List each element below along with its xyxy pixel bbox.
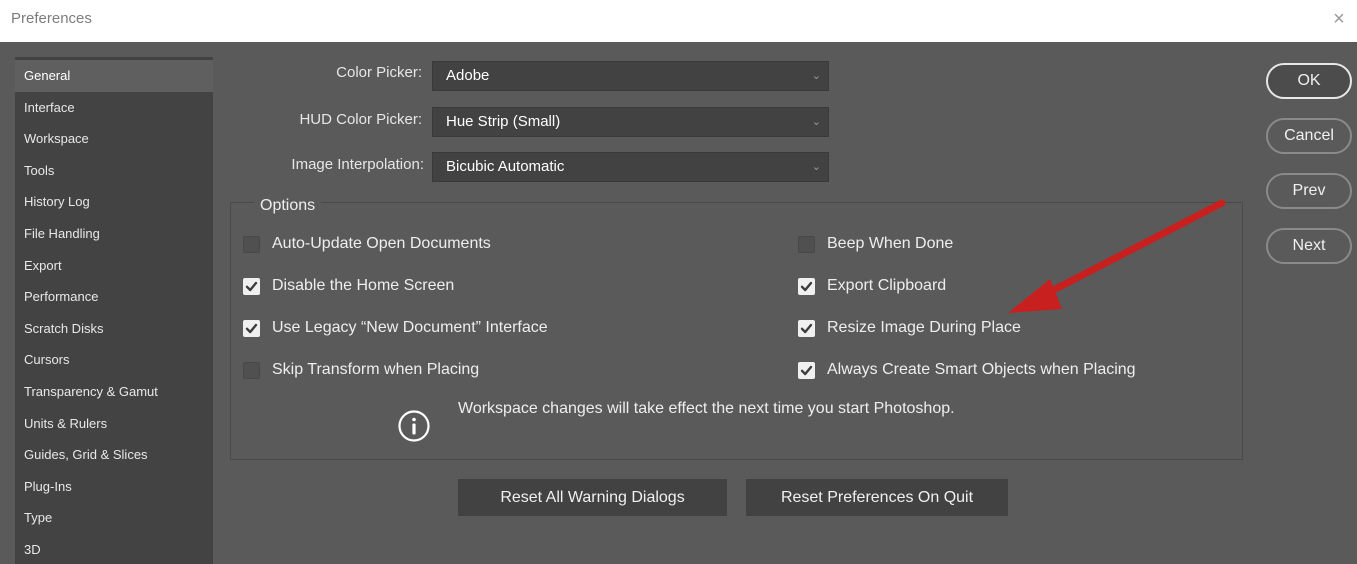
sidebar-item-history-log[interactable]: History Log — [15, 186, 213, 218]
image-interpolation-label: Image Interpolation: — [291, 156, 424, 173]
reset-preferences-on-quit-button[interactable]: Reset Preferences On Quit — [746, 479, 1008, 516]
checkmark-icon — [800, 281, 813, 291]
hud-color-picker-value: Hue Strip (Small) — [446, 113, 561, 130]
hud-color-picker-select[interactable]: Hue Strip (Small) ⌄ — [432, 107, 829, 137]
option-label: Beep When Done — [827, 235, 954, 252]
options-group-title: Options — [254, 197, 322, 215]
hud-color-picker-label: HUD Color Picker: — [299, 111, 422, 128]
option-auto-update-open-documents[interactable]: Auto-Update Open Documents — [243, 233, 491, 255]
option-label: Export Clipboard — [827, 277, 947, 294]
sidebar-item-interface[interactable]: Interface — [15, 92, 213, 124]
checkbox-checked[interactable] — [243, 277, 260, 295]
image-interpolation-value: Bicubic Automatic — [446, 158, 565, 175]
checkmark-icon — [245, 281, 258, 291]
checkbox-checked[interactable] — [798, 277, 815, 295]
ok-button[interactable]: OK — [1266, 63, 1352, 99]
color-picker-select[interactable]: Adobe ⌄ — [432, 61, 829, 91]
sidebar-item-3d[interactable]: 3D — [15, 534, 213, 564]
info-circle-icon — [398, 410, 430, 442]
sidebar-item-performance[interactable]: Performance — [15, 281, 213, 313]
sidebar-item-cursors[interactable]: Cursors — [15, 344, 213, 376]
checkbox-unchecked[interactable] — [798, 235, 815, 253]
close-icon[interactable]: × — [1327, 7, 1351, 31]
color-picker-label: Color Picker: — [336, 64, 422, 81]
sidebar-item-guides-grid-slices[interactable]: Guides, Grid & Slices — [15, 439, 213, 471]
option-always-create-smart-objects[interactable]: Always Create Smart Objects when Placing — [798, 359, 1136, 381]
option-disable-home-screen[interactable]: Disable the Home Screen — [243, 275, 454, 297]
sidebar-item-file-handling[interactable]: File Handling — [15, 218, 213, 250]
option-export-clipboard[interactable]: Export Clipboard — [798, 275, 946, 297]
checkmark-icon — [800, 323, 813, 333]
checkmark-icon — [245, 323, 258, 333]
sidebar-item-transparency-gamut[interactable]: Transparency & Gamut — [15, 376, 213, 408]
checkmark-icon — [800, 365, 813, 375]
prev-button[interactable]: Prev — [1266, 173, 1352, 209]
option-label: Disable the Home Screen — [272, 277, 455, 294]
checkbox-checked[interactable] — [798, 361, 815, 379]
sidebar-item-general[interactable]: General — [15, 60, 213, 92]
sidebar-item-export[interactable]: Export — [15, 250, 213, 282]
sidebar-item-type[interactable]: Type — [15, 502, 213, 534]
image-interpolation-select[interactable]: Bicubic Automatic ⌄ — [432, 152, 829, 182]
sidebar-item-units-rulers[interactable]: Units & Rulers — [15, 408, 213, 440]
title-bar: Preferences × — [0, 0, 1357, 42]
option-resize-image-during-place[interactable]: Resize Image During Place — [798, 317, 1021, 339]
sidebar-item-plug-ins[interactable]: Plug-Ins — [15, 471, 213, 503]
reset-all-warning-dialogs-button[interactable]: Reset All Warning Dialogs — [458, 479, 727, 516]
checkbox-unchecked[interactable] — [243, 361, 260, 379]
cancel-button[interactable]: Cancel — [1266, 118, 1352, 154]
option-beep-when-done[interactable]: Beep When Done — [798, 233, 953, 255]
chevron-down-icon: ⌄ — [811, 70, 821, 82]
preferences-sidebar: General Interface Workspace Tools Histor… — [15, 57, 213, 564]
window-title: Preferences — [11, 10, 92, 27]
option-label: Skip Transform when Placing — [272, 361, 480, 378]
checkbox-checked[interactable] — [798, 319, 815, 337]
option-use-legacy-new-document[interactable]: Use Legacy “New Document” Interface — [243, 317, 548, 339]
option-label: Auto-Update Open Documents — [272, 235, 491, 252]
option-label: Always Create Smart Objects when Placing — [827, 361, 1136, 378]
checkbox-checked[interactable] — [243, 319, 260, 337]
chevron-down-icon: ⌄ — [811, 161, 821, 173]
option-skip-transform-when-placing[interactable]: Skip Transform when Placing — [243, 359, 479, 381]
option-label: Use Legacy “New Document” Interface — [272, 319, 548, 336]
sidebar-item-workspace[interactable]: Workspace — [15, 123, 213, 155]
sidebar-item-tools[interactable]: Tools — [15, 155, 213, 187]
sidebar-item-scratch-disks[interactable]: Scratch Disks — [15, 313, 213, 345]
color-picker-value: Adobe — [446, 67, 490, 84]
red-arrow-annotation — [1008, 199, 1226, 313]
checkbox-unchecked[interactable] — [243, 235, 260, 253]
workspace-info-message: Workspace changes will take effect the n… — [458, 400, 955, 417]
next-button[interactable]: Next — [1266, 228, 1352, 264]
chevron-down-icon: ⌄ — [811, 116, 821, 128]
